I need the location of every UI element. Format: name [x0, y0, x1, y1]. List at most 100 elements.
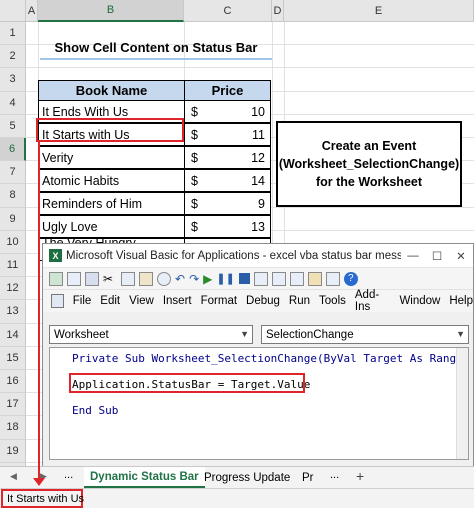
menu-run[interactable]: Run: [289, 295, 310, 307]
table-cell-price[interactable]: $10: [184, 100, 271, 123]
table-cell-price[interactable]: $11: [184, 123, 271, 146]
row-header[interactable]: 16: [0, 370, 26, 394]
row-header[interactable]: 5: [0, 114, 26, 138]
code-highlight: [69, 373, 305, 393]
menu-insert[interactable]: Insert: [163, 295, 192, 307]
reset-icon[interactable]: [238, 273, 250, 284]
column-header-c[interactable]: C: [184, 0, 272, 22]
code-line-end-sub: End Sub: [72, 404, 119, 417]
row-header[interactable]: 4: [0, 91, 26, 115]
toolbox-icon[interactable]: [325, 271, 340, 286]
menu-tools[interactable]: Tools: [319, 295, 346, 307]
row-header[interactable]: 10: [0, 230, 26, 254]
object-browser-icon[interactable]: [307, 271, 322, 286]
row-header[interactable]: 11: [0, 254, 26, 278]
column-header-e[interactable]: E: [284, 0, 474, 22]
column-header-b[interactable]: B: [38, 0, 184, 22]
vba-menu-bar: File Edit View Insert Format Debug Run T…: [43, 289, 473, 313]
table-cell-price[interactable]: $13: [184, 215, 271, 238]
table-header-price: Price: [184, 80, 271, 101]
column-header-d[interactable]: D: [272, 0, 284, 22]
row-header[interactable]: 13: [0, 300, 26, 324]
row-header[interactable]: 19: [0, 439, 26, 463]
copy-icon[interactable]: [121, 271, 135, 286]
run-icon[interactable]: ▶: [203, 272, 212, 286]
undo-icon[interactable]: ↶: [175, 272, 185, 286]
menu-format[interactable]: Format: [201, 295, 237, 307]
menu-view[interactable]: View: [129, 295, 154, 307]
redo-icon[interactable]: ↷: [189, 272, 199, 286]
vba-title-bar[interactable]: X Microsoft Visual Basic for Application…: [43, 244, 473, 268]
gridline: [26, 67, 474, 69]
paste-icon[interactable]: [139, 271, 153, 286]
code-scrollbar[interactable]: [456, 348, 468, 459]
break-icon[interactable]: ❚❚: [216, 272, 234, 285]
properties-icon[interactable]: [289, 271, 304, 286]
callout-line-3: for the Worksheet: [315, 175, 423, 189]
select-all-corner[interactable]: [0, 0, 26, 22]
tab-dynamic-status-bar[interactable]: Dynamic Status Bar: [84, 467, 205, 488]
row-header[interactable]: 18: [0, 416, 26, 440]
currency-symbol: $: [191, 150, 198, 165]
row-header[interactable]: 6: [0, 138, 26, 162]
find-icon[interactable]: [157, 271, 171, 286]
row-header[interactable]: 12: [0, 277, 26, 301]
menu-file[interactable]: File: [73, 295, 92, 307]
menu-window[interactable]: Window: [399, 295, 440, 307]
add-sheet-icon[interactable]: +: [356, 468, 364, 484]
cut-icon[interactable]: ✂: [103, 272, 117, 286]
object-dropdown[interactable]: Worksheet ▼: [49, 325, 253, 344]
table-cell-book-name[interactable]: Verity: [38, 146, 185, 169]
tab-progress-update[interactable]: Progress Update: [198, 467, 296, 488]
currency-symbol: $: [191, 173, 198, 188]
row-header[interactable]: 15: [0, 346, 26, 370]
table-cell-book-name[interactable]: Atomic Habits: [38, 169, 185, 192]
tab-scroll-left-icon[interactable]: ◀: [10, 471, 17, 482]
chevron-down-icon: ▼: [456, 329, 465, 339]
minimize-button[interactable]: —: [401, 250, 425, 262]
row-header[interactable]: 17: [0, 393, 26, 417]
selected-cell-highlight: [36, 118, 184, 142]
table-cell-price[interactable]: $9: [184, 192, 271, 215]
price-value: 12: [251, 150, 265, 165]
column-header-a[interactable]: A: [26, 0, 38, 22]
row-header[interactable]: 14: [0, 323, 26, 347]
save-icon[interactable]: [85, 271, 99, 286]
menu-help[interactable]: Help: [449, 295, 473, 307]
procedure-dropdown-value: SelectionChange: [266, 328, 354, 341]
tab-partial[interactable]: Pr: [296, 467, 320, 488]
vba-editor-window[interactable]: X Microsoft Visual Basic for Application…: [42, 243, 474, 467]
row-header[interactable]: 2: [0, 45, 26, 69]
menu-add-ins[interactable]: Add-Ins: [355, 289, 391, 313]
menu-debug[interactable]: Debug: [246, 295, 280, 307]
table-cell-book-name[interactable]: Reminders of Him: [38, 192, 185, 215]
more-tabs-left[interactable]: ...: [64, 469, 73, 481]
close-button[interactable]: ✕: [449, 249, 473, 263]
row-header[interactable]: 7: [0, 161, 26, 185]
arrow-line: [38, 142, 40, 482]
maximize-button[interactable]: ☐: [425, 249, 449, 263]
menu-edit[interactable]: Edit: [100, 295, 120, 307]
table-cell-price[interactable]: $14: [184, 169, 271, 192]
procedure-dropdown[interactable]: SelectionChange ▼: [261, 325, 469, 344]
status-bar-message: It Starts with Us: [7, 492, 85, 505]
price-value: 10: [251, 104, 265, 119]
sheet-tabs-bar: ◀ ▶ ... Dynamic Status Bar Progress Upda…: [0, 466, 474, 488]
help-icon[interactable]: ?: [343, 271, 358, 286]
code-editor[interactable]: Private Sub Worksheet_SelectionChange(By…: [49, 347, 469, 460]
row-header[interactable]: 1: [0, 22, 26, 46]
code-line-sub-declaration: Private Sub Worksheet_SelectionChange(By…: [72, 352, 470, 365]
currency-symbol: $: [191, 104, 198, 119]
row-header[interactable]: 9: [0, 207, 26, 231]
table-cell-price[interactable]: $12: [184, 146, 271, 169]
insert-module-icon[interactable]: [67, 271, 81, 286]
row-header[interactable]: 3: [0, 68, 26, 92]
excel-view-icon[interactable]: [49, 271, 63, 286]
project-explorer-icon[interactable]: [271, 271, 286, 286]
design-mode-icon[interactable]: [253, 271, 268, 286]
more-tabs-right[interactable]: ...: [330, 469, 339, 481]
object-dropdown-value: Worksheet: [54, 328, 109, 341]
vba-app-icon: X: [49, 249, 62, 262]
excel-menu-icon[interactable]: [51, 294, 64, 308]
row-header[interactable]: 8: [0, 184, 26, 208]
